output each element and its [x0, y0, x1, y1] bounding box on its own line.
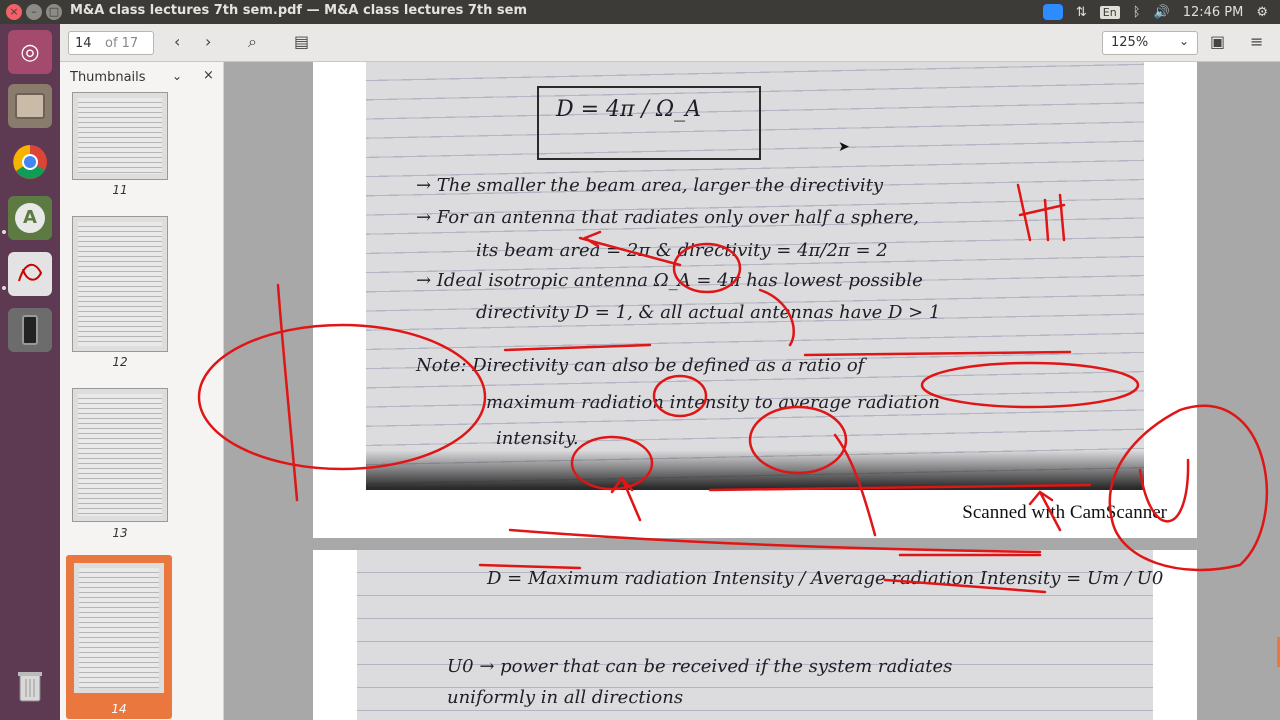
handwritten-line: uniformly in all directions [447, 687, 684, 708]
handwritten-line: intensity. [496, 428, 579, 449]
close-window-button[interactable]: × [6, 4, 22, 20]
handwritten-line: directivity D = 1, & all actual antennas… [476, 302, 941, 323]
files-icon[interactable] [8, 84, 52, 128]
previous-page-icon[interactable]: ‹ [174, 32, 180, 51]
chevron-down-icon[interactable]: ⌄ [172, 69, 182, 83]
settings-gear-icon[interactable]: ⚙ [1256, 5, 1268, 20]
handwritten-line: its beam area = 2π & directivity = 4π/2π… [476, 240, 888, 261]
maximize-window-button[interactable]: □ [46, 4, 62, 20]
handwritten-line: maximum radiation intensity to average r… [486, 392, 940, 413]
trash-icon[interactable] [8, 664, 52, 708]
page-total-label: of 17 [105, 35, 139, 51]
running-indicator [2, 230, 6, 234]
handwritten-line: D = 4π / Ω_A [556, 97, 702, 122]
document-toolbar: 14 of 17 ‹ › ⌕ ▤ 125% ⌄ ▣ ≡ [60, 24, 1280, 62]
window-title: M&A class lectures 7th sem.pdf — M&A cla… [70, 3, 528, 18]
top-panel: × – □ M&A class lectures 7th sem.pdf — M… [0, 0, 1280, 24]
sidebar-header: Thumbnails ⌄ × [60, 62, 223, 92]
chevron-down-icon: ⌄ [1178, 34, 1189, 48]
mouse-cursor: ➤ [838, 139, 850, 155]
ubuntu-dash-icon[interactable]: ◎ [8, 30, 52, 74]
thumbnail-label: 12 [112, 355, 128, 369]
zoom-app-icon[interactable] [1042, 4, 1063, 20]
network-icon[interactable]: ⇅ [1076, 5, 1087, 20]
thumbnail-sidebar: Thumbnails ⌄ × 11 12 13 14 [60, 62, 224, 720]
search-icon[interactable]: ⌕ [248, 32, 257, 52]
handwritten-line: U0 → power that can be received if the s… [447, 656, 953, 677]
clock[interactable]: 12:46 PM [1183, 5, 1244, 20]
zoom-select[interactable]: 125% ⌄ [1102, 31, 1198, 55]
thumbnail-page-13[interactable] [72, 388, 168, 522]
zoom-level-label: 125% [1111, 35, 1149, 50]
running-indicator [2, 286, 6, 290]
next-page-icon[interactable]: › [205, 32, 211, 51]
thumbnail-page-11[interactable] [72, 92, 168, 180]
document-view[interactable]: D = 4π / Ω_A → The smaller the beam area… [224, 62, 1280, 720]
software-updater-icon[interactable]: A [8, 196, 52, 240]
handwritten-line: → Ideal isotropic antenna Ω_A = 4π has l… [416, 270, 923, 291]
launcher: ◎ A [0, 24, 60, 720]
minimize-window-button[interactable]: – [26, 4, 42, 20]
scanned-photo: D = Maximum radiation Intensity / Averag… [357, 550, 1163, 720]
handwritten-line: → For an antenna that radiates only over… [416, 207, 920, 228]
scanned-photo: D = 4π / Ω_A → The smaller the beam area… [366, 62, 1144, 490]
phone-device-icon[interactable] [8, 308, 52, 352]
thumbnail-label: 11 [112, 183, 128, 197]
scan-watermark: Scanned with CamScanner [962, 502, 1167, 523]
thumbnail-label: 13 [112, 526, 128, 540]
menu-icon[interactable]: ≡ [1250, 32, 1263, 51]
handwritten-line: → The smaller the beam area, larger the … [416, 175, 884, 196]
window-controls: × – □ [6, 4, 62, 20]
sidebar-title[interactable]: Thumbnails [70, 70, 146, 85]
thumbnail-page-14[interactable] [70, 559, 168, 697]
handwritten-line: D = Maximum radiation Intensity / Averag… [487, 568, 1164, 589]
bluetooth-icon[interactable]: ᛒ [1133, 5, 1141, 20]
handwritten-line: Note: Directivity can also be defined as… [416, 355, 865, 376]
annotations-icon[interactable]: ▤ [294, 32, 309, 51]
close-icon[interactable]: × [203, 68, 214, 83]
thumbnail-label: 14 [111, 702, 127, 716]
keyboard-language-indicator[interactable]: En [1099, 5, 1120, 19]
chrome-icon[interactable] [8, 140, 52, 184]
document-viewer-icon[interactable] [8, 252, 52, 296]
bookmark-icon[interactable]: ▣ [1210, 32, 1225, 51]
pdf-page: D = Maximum radiation Intensity / Averag… [313, 550, 1197, 720]
page-selector[interactable]: 14 of 17 [68, 31, 154, 55]
indicator-area: ⇅ En ᛒ 🔊 12:46 PM ⚙ [1042, 0, 1280, 24]
pdf-page: D = 4π / Ω_A → The smaller the beam area… [313, 62, 1197, 538]
page-number-input[interactable]: 14 [69, 36, 105, 51]
thumbnail-page-12[interactable] [72, 216, 168, 352]
volume-icon[interactable]: 🔊 [1154, 5, 1170, 20]
